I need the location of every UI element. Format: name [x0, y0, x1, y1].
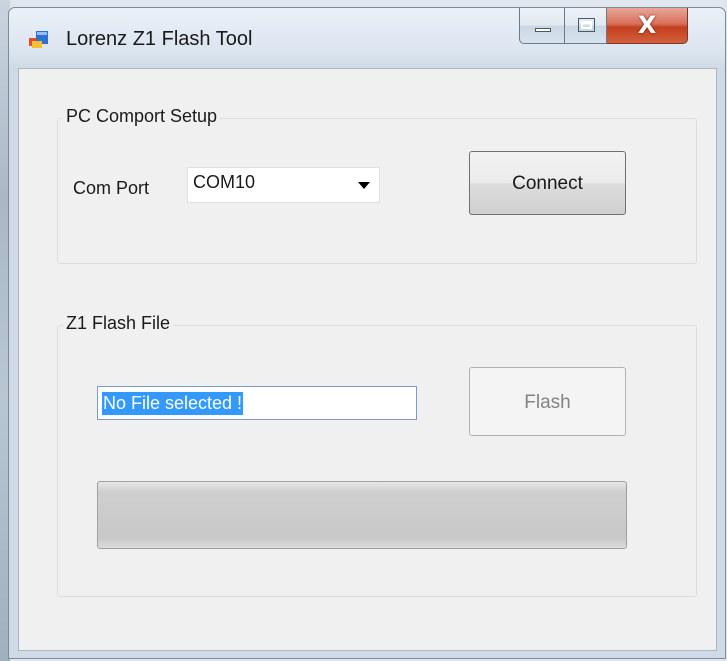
flash-button[interactable]: Flash — [469, 367, 626, 436]
com-port-select[interactable]: COM10 — [187, 167, 380, 203]
flash-button-label: Flash — [524, 392, 571, 413]
close-button[interactable]: X — [607, 8, 688, 44]
flash-progress-bar — [97, 481, 627, 549]
window-title: Lorenz Z1 Flash Tool — [66, 28, 253, 50]
com-port-value: COM10 — [193, 172, 256, 192]
close-icon: X — [637, 11, 657, 39]
maximize-button[interactable] — [565, 8, 607, 44]
flash-file-title: Z1 Flash File — [63, 313, 174, 334]
minimize-button[interactable] — [519, 8, 565, 44]
file-path-value: No File selected ! — [102, 392, 244, 415]
chevron-down-icon[interactable] — [358, 182, 370, 189]
flash-file-group: Z1 Flash File No File selected ! Flash — [57, 313, 697, 597]
comport-setup-title: PC Comport Setup — [63, 106, 221, 127]
minimize-icon — [535, 28, 551, 32]
app-window: Lorenz Z1 Flash Tool X PC Comport Setup … — [8, 7, 726, 659]
app-icon[interactable] — [29, 31, 49, 49]
maximize-icon — [578, 18, 595, 32]
comport-setup-group: PC Comport Setup Com Port COM10 Connect — [57, 106, 697, 264]
caption-buttons: X — [519, 8, 688, 46]
file-path-field[interactable]: No File selected ! — [97, 386, 417, 420]
client-area: PC Comport Setup Com Port COM10 Connect … — [18, 68, 717, 651]
connect-button[interactable]: Connect — [469, 151, 626, 215]
connect-button-label: Connect — [512, 173, 583, 194]
com-port-label: Com Port — [73, 178, 150, 198]
title-bar[interactable]: Lorenz Z1 Flash Tool X — [9, 8, 725, 68]
